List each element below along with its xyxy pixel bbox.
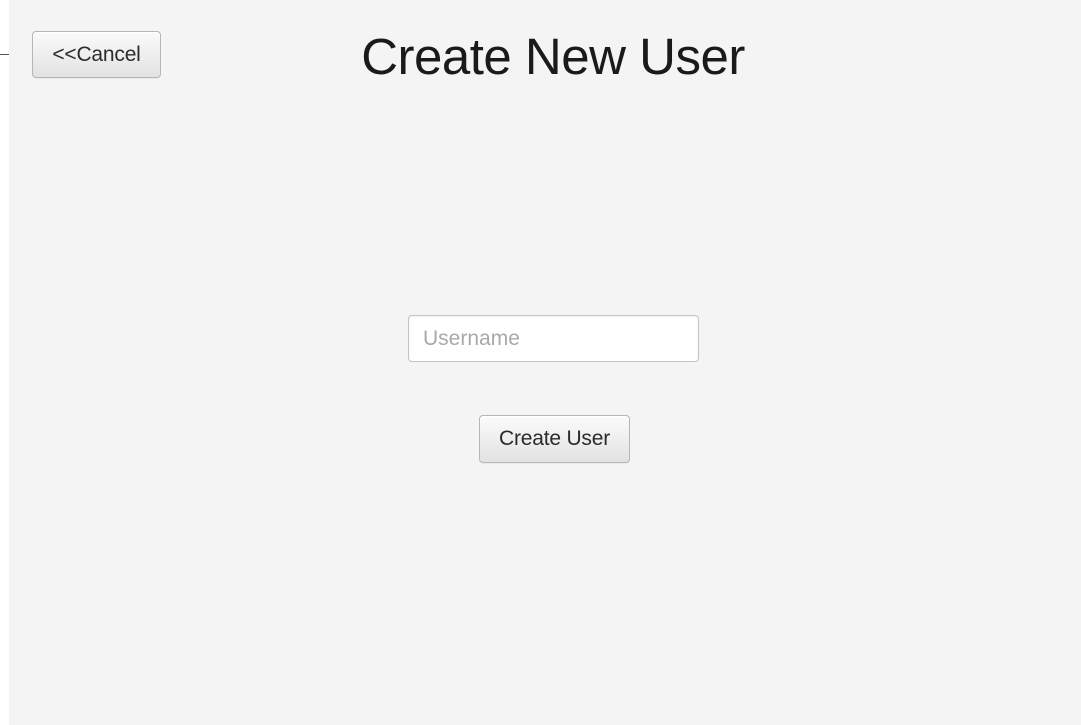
create-user-button[interactable]: Create User xyxy=(479,415,630,463)
create-user-window xyxy=(9,0,1081,725)
username-input[interactable] xyxy=(408,315,699,362)
page-title: Create New User xyxy=(361,28,745,85)
cancel-button[interactable]: <<Cancel xyxy=(32,31,161,78)
